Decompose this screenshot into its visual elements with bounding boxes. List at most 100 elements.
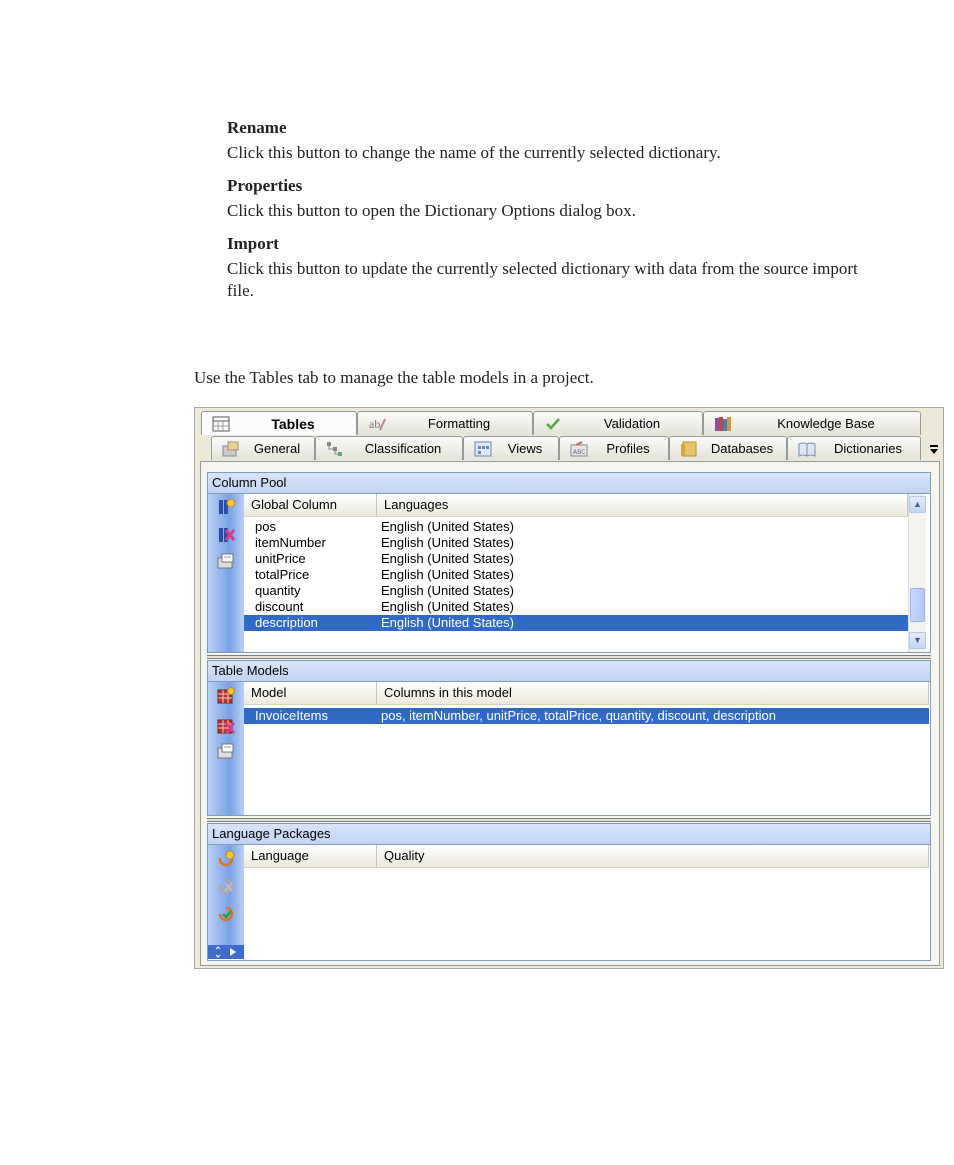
tab-label: Validation (603, 416, 661, 431)
doc-item-import: Import Click this button to update the c… (227, 233, 887, 302)
dictionary-icon (798, 441, 816, 457)
doc-desc: Click this button to open the Dictionary… (227, 201, 636, 220)
tab-validation[interactable]: Validation (533, 411, 703, 435)
column-name: quantity (255, 583, 301, 598)
language-packages-toolbar (208, 845, 244, 945)
general-icon (222, 441, 240, 457)
table-models-grid-header: Model Columns in this model (244, 682, 929, 705)
column-languages: English (United States) (381, 535, 514, 550)
svg-text:ab: ab (369, 417, 380, 431)
column-pool-toolbar (208, 494, 244, 652)
column-pool-grid: Global Column Languages pos English (Uni… (244, 494, 908, 652)
tab-formatting[interactable]: ab Formatting (357, 411, 533, 435)
table-row[interactable]: discount English (United States) (244, 599, 908, 615)
language-packages-grid: Language Quality (244, 845, 929, 960)
column-header-quality[interactable]: Quality (377, 845, 929, 867)
tree-icon (326, 441, 344, 457)
column-header-language[interactable]: Language (244, 845, 377, 867)
tab-row-top: Tables ab Formatting Validation Knowledg… (195, 411, 943, 435)
tab-databases[interactable]: Databases (669, 436, 787, 460)
column-languages: English (United States) (381, 567, 514, 582)
scroll-up-icon[interactable]: ▲ (909, 496, 926, 513)
tab-views[interactable]: Views (463, 436, 559, 460)
model-properties-icon[interactable] (217, 742, 235, 760)
intro-text: Use the Tables tab to manage the table m… (194, 368, 594, 387)
column-languages: English (United States) (381, 615, 514, 630)
toolbar-options-icon[interactable] (208, 945, 244, 959)
table-icon (212, 416, 230, 432)
column-pool-header: Column Pool (207, 472, 931, 494)
column-header-columns-in-model[interactable]: Columns in this model (377, 682, 929, 704)
tab-general[interactable]: General (211, 436, 315, 460)
tab-dictionaries[interactable]: Dictionaries (787, 436, 921, 460)
profile-icon: ABC (570, 440, 588, 457)
column-header-model[interactable]: Model (244, 682, 377, 704)
tab-label: Profiles (606, 441, 650, 456)
column-languages: English (United States) (381, 583, 514, 598)
project-window: Tables ab Formatting Validation Knowledg… (194, 407, 944, 969)
table-row-selected[interactable]: description English (United States) (244, 615, 908, 631)
tab-classification[interactable]: Classification (315, 436, 463, 460)
database-icon (680, 441, 698, 457)
doc-item-properties: Properties Click this button to open the… (227, 175, 887, 222)
table-row[interactable]: itemNumber English (United States) (244, 535, 908, 551)
column-header-global-column[interactable]: Global Column (244, 494, 377, 516)
tab-label: Knowledge Base (777, 416, 875, 431)
column-languages: English (United States) (381, 599, 514, 614)
ab-formatting-icon: ab (368, 416, 386, 432)
language-packages-header: Language Packages (207, 823, 931, 845)
column-name: unitPrice (255, 551, 306, 566)
tab-label: Classification (364, 441, 442, 456)
refresh-language-icon[interactable] (217, 905, 235, 923)
table-row[interactable]: quantity English (United States) (244, 583, 908, 599)
column-pool-grid-header: Global Column Languages (244, 494, 908, 517)
delete-column-icon[interactable] (217, 526, 236, 544)
column-name: pos (255, 519, 276, 534)
column-name: description (255, 615, 318, 630)
table-row[interactable]: totalPrice English (United States) (244, 567, 908, 583)
tab-label: Dictionaries (834, 441, 902, 456)
splitter[interactable] (207, 655, 931, 659)
views-icon (474, 441, 492, 457)
table-row-selected[interactable]: InvoiceItems pos, itemNumber, unitPrice,… (244, 708, 929, 724)
column-header-languages[interactable]: Languages (377, 494, 908, 516)
column-name: discount (255, 599, 304, 614)
tab-profiles[interactable]: ABC Profiles (559, 436, 669, 460)
add-model-icon[interactable] (217, 687, 235, 705)
tab-label: Tables (271, 415, 315, 432)
scroll-thumb[interactable] (910, 588, 925, 622)
books-icon (714, 416, 732, 432)
column-name: itemNumber (255, 535, 326, 550)
tab-row-bottom: General Classification Views ABC Profile… (195, 436, 943, 460)
tab-knowledge-base[interactable]: Knowledge Base (703, 411, 921, 435)
checkmark-icon (544, 416, 562, 432)
tab-label: Views (507, 441, 543, 456)
model-name: InvoiceItems (255, 708, 328, 723)
table-models-toolbar (208, 682, 244, 815)
doc-desc: Click this button to change the name of … (227, 143, 721, 162)
column-pool-scrollbar[interactable]: ▲ ▼ (908, 494, 926, 652)
delete-model-icon[interactable] (217, 717, 235, 735)
doc-term: Properties (227, 176, 303, 195)
table-models-header: Table Models (207, 660, 931, 682)
svg-text:ABC: ABC (573, 449, 585, 456)
language-packages-grid-header: Language Quality (244, 845, 929, 868)
column-name: totalPrice (255, 567, 310, 582)
column-properties-icon[interactable] (217, 552, 235, 570)
scroll-down-icon[interactable]: ▼ (909, 632, 926, 649)
doc-term: Import (227, 234, 279, 253)
tab-tables[interactable]: Tables (201, 411, 357, 435)
table-row[interactable]: pos English (United States) (244, 519, 908, 535)
overflow-arrow-icon[interactable] (929, 444, 939, 459)
remove-language-icon[interactable] (217, 877, 235, 895)
add-language-icon[interactable] (217, 850, 235, 868)
doc-term: Rename (227, 118, 287, 137)
table-row[interactable]: unitPrice English (United States) (244, 551, 908, 567)
add-column-icon[interactable] (217, 498, 236, 516)
column-languages: English (United States) (381, 519, 514, 534)
doc-item-rename: Rename Click this button to change the n… (227, 117, 887, 164)
doc-desc: Click this button to update the currentl… (227, 259, 858, 300)
splitter[interactable] (207, 818, 931, 822)
tab-label: Databases (710, 441, 774, 456)
tab-label: Formatting (427, 416, 491, 431)
